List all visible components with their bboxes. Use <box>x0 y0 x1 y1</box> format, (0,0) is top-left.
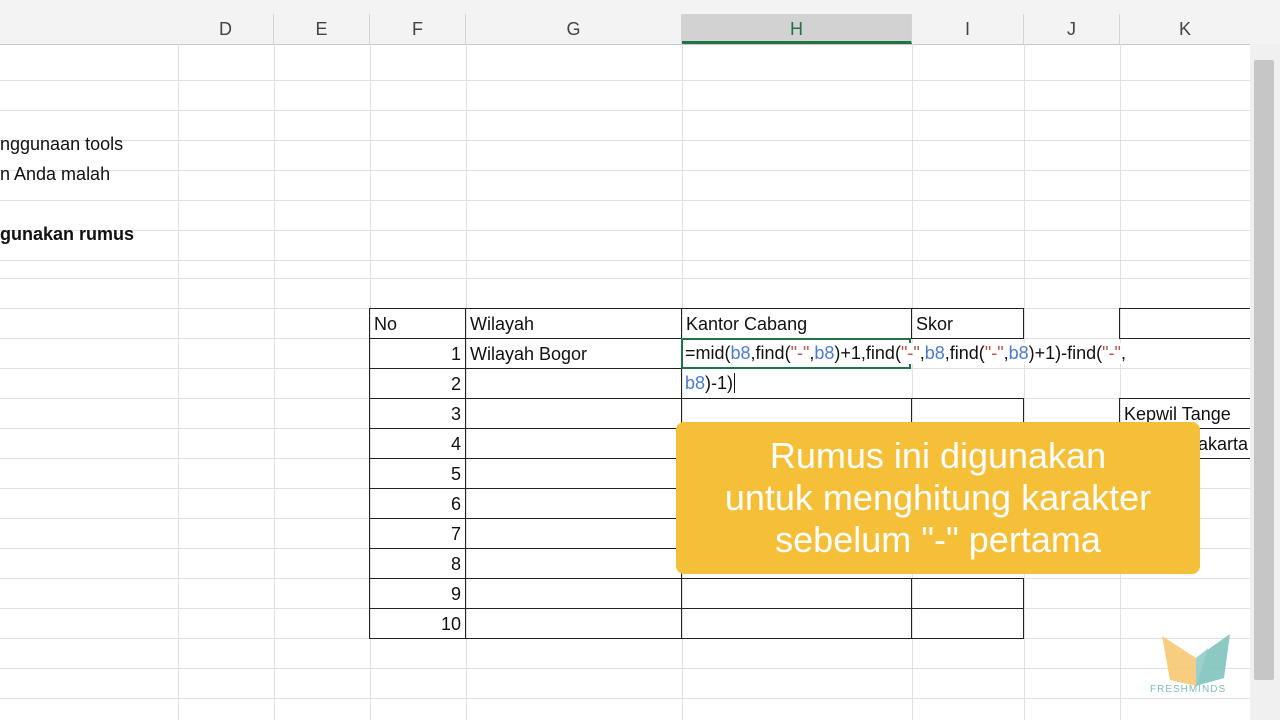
column-header-j[interactable]: J <box>1024 14 1120 44</box>
row-number-10[interactable]: 10 <box>369 608 466 639</box>
column-header-g[interactable]: G <box>466 14 682 44</box>
row-number-5[interactable]: 5 <box>369 458 466 489</box>
text-line-bold: gunakan rumus <box>0 224 135 244</box>
row-number-8[interactable]: 8 <box>369 548 466 579</box>
cell-wilayah-1[interactable]: Wilayah Bogor <box>465 338 682 369</box>
cell-wilayah-7[interactable] <box>465 518 682 549</box>
cell-wilayah-9[interactable] <box>465 578 682 609</box>
header-wilayah[interactable]: Wilayah <box>465 308 682 339</box>
cell-wilayah-6[interactable] <box>465 488 682 519</box>
cell-skor-10[interactable] <box>911 608 1024 639</box>
logo-text: FRESHMINDS <box>1150 684 1227 695</box>
column-header-d[interactable]: D <box>178 14 274 44</box>
text-line-1: nggunaan tools <box>0 134 124 154</box>
header-kantor-cabang[interactable]: Kantor Cabang <box>681 308 912 339</box>
row-number-9[interactable]: 9 <box>369 578 466 609</box>
row-number-1[interactable]: 1 <box>369 338 466 369</box>
cell-wilayah-3[interactable] <box>465 398 682 429</box>
column-header-f[interactable]: F <box>370 14 466 44</box>
header-skor[interactable]: Skor <box>911 308 1024 339</box>
caption-line-1: Rumus ini digunakan <box>769 435 1107 476</box>
row-number-4[interactable]: 4 <box>369 428 466 459</box>
row-number-2[interactable]: 2 <box>369 368 466 399</box>
cell-wilayah-5[interactable] <box>465 458 682 489</box>
cell-kantor-9[interactable] <box>681 578 912 609</box>
caption-line-3: sebelum "-" pertama <box>775 519 1101 560</box>
formula-line-2[interactable]: b8)-1)​ <box>685 373 740 394</box>
column-header-e[interactable]: E <box>274 14 370 44</box>
cell-wilayah-2[interactable] <box>465 368 682 399</box>
row-number-7[interactable]: 7 <box>369 518 466 549</box>
caption-overlay: Rumus ini digunakan untuk menghitung kar… <box>676 422 1200 574</box>
column-header-h[interactable]: H <box>682 14 912 44</box>
scrollbar-thumb[interactable] <box>1254 60 1274 680</box>
row-number-6[interactable]: 6 <box>369 488 466 519</box>
column-header-k[interactable]: K <box>1120 14 1250 44</box>
cell-wilayah-8[interactable] <box>465 548 682 579</box>
text-cursor: ​ <box>734 373 736 393</box>
cell-wilayah-4[interactable] <box>465 428 682 459</box>
row-number-3[interactable]: 3 <box>369 398 466 429</box>
cell-k-header[interactable] <box>1119 308 1250 339</box>
cell-k-jakarta-text: akarta <box>1198 434 1249 454</box>
column-header-i[interactable]: I <box>912 14 1024 44</box>
cell-kantor-10[interactable] <box>681 608 912 639</box>
caption-line-2: untuk menghitung karakter <box>724 477 1152 518</box>
cell-wilayah-10[interactable] <box>465 608 682 639</box>
cell-skor-9[interactable] <box>911 578 1024 609</box>
column-header-bar: D E F G H I J K <box>0 0 1280 45</box>
text-line-2: n Anda malah <box>0 164 111 184</box>
header-no[interactable]: No <box>369 308 466 339</box>
formula-line-1[interactable]: =mid(b8,find("-",b8)+1,find("-",b8,find(… <box>685 343 1132 364</box>
